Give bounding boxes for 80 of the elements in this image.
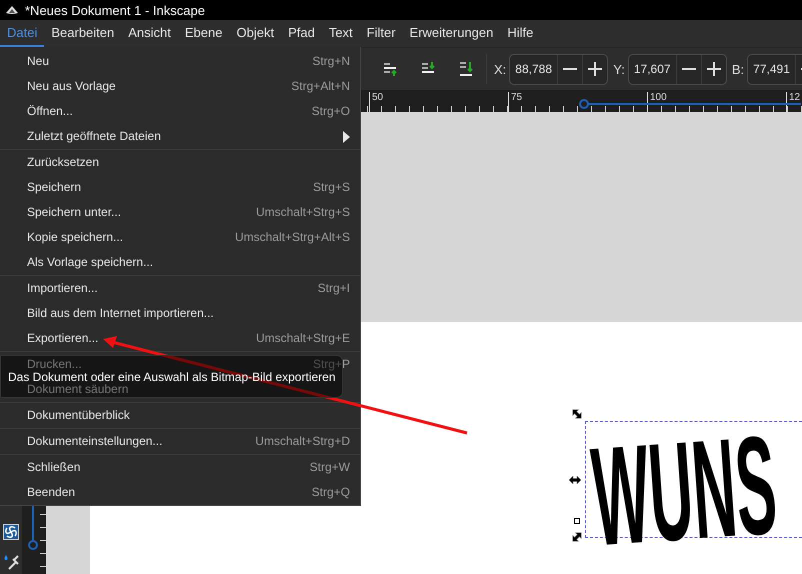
align-icon[interactable] (460, 62, 474, 76)
menu-item[interactable]: Hilfe (500, 20, 540, 47)
menu-item[interactable]: Zurücksetzen (0, 150, 360, 175)
menu-item[interactable]: Ansicht (121, 20, 178, 47)
menu-item[interactable]: Objekt (229, 20, 282, 47)
scale-handle-icon[interactable] (570, 530, 584, 544)
shortcut-label: Strg+N (312, 55, 350, 68)
shortcut-label: Umschalt+Strg+E (256, 332, 350, 345)
center-handle-icon[interactable] (574, 518, 580, 524)
scale-handle-icon[interactable] (570, 407, 584, 421)
menu-item[interactable]: Als Vorlage speichern... (0, 250, 360, 275)
value-input[interactable]: 88,788 (510, 62, 558, 76)
shortcut-label: Umschalt+Strg+D (255, 435, 350, 448)
menu-item-label: Beenden (27, 486, 76, 499)
menu-item[interactable]: Dokumentüberblick (0, 403, 360, 428)
menu-item-label: Exportieren... (27, 332, 100, 345)
menu-item[interactable]: Bild aus dem Internet importieren... (0, 301, 360, 326)
menu-item[interactable]: Ebene (178, 20, 230, 47)
value-input[interactable]: 17,607 (628, 62, 676, 76)
menu-item[interactable]: Filter (360, 20, 403, 47)
menu-item-label: Drucken... (27, 358, 83, 371)
menu-item[interactable]: Kopie speichern... Umschalt+Strg+Alt+S (0, 225, 360, 250)
shortcut-label: Strg+P (312, 358, 350, 371)
menu-item-label: Schließen (27, 461, 82, 474)
menu-item[interactable]: Neu Strg+N (0, 49, 360, 74)
shortcut-label: Umschalt+Strg+S (256, 206, 350, 219)
menu-item[interactable]: Bearbeiten (44, 20, 122, 47)
align-icon[interactable] (422, 62, 436, 76)
menu-item-label: Dokumentüberblick (27, 409, 131, 422)
menu-item[interactable]: Speichern unter... Umschalt+Strg+S (0, 200, 360, 225)
artwork-text: WUNS (588, 415, 781, 568)
spin-box[interactable]: 88,788 (509, 54, 608, 84)
value-input[interactable]: 77,491 (748, 62, 796, 76)
menu-item[interactable]: Dokumenteinstellungen... Umschalt+Strg+D (0, 429, 360, 454)
app-logo-icon (5, 5, 19, 15)
menu-item-label: Zurücksetzen (27, 156, 100, 169)
menu-item[interactable]: Schließen Strg+W (0, 455, 360, 480)
field-label: B: (732, 62, 744, 76)
menu-item-label: Zuletzt geöffnete Dateien (27, 130, 162, 143)
plus-icon (588, 62, 602, 76)
shortcut-label: Strg+S (312, 181, 350, 194)
dropper-tool-icon[interactable] (3, 554, 19, 570)
shortcut-label: Strg+O (312, 105, 350, 118)
minus-icon (682, 68, 696, 70)
menu-item-label: Als Vorlage speichern... (27, 256, 154, 269)
menu-item-label: Kopie speichern... (27, 231, 124, 244)
minus-icon (563, 68, 578, 70)
menu-item[interactable]: Beenden Strg+Q (0, 480, 360, 505)
menu-item-label: Speichern unter... (27, 206, 122, 219)
menu-item[interactable]: Text (322, 20, 360, 47)
stretch-handle-icon[interactable] (568, 473, 582, 487)
menu-item-label: Dokumenteinstellungen... (27, 435, 164, 448)
menu-item[interactable]: Importieren... Strg+I (0, 276, 360, 301)
menu-item-label: Bild aus dem Internet importieren... (27, 307, 215, 320)
field-label: X: (494, 62, 506, 76)
plus-icon (706, 62, 721, 76)
menu-item[interactable]: Speichern Strg+S (0, 175, 360, 200)
menu-item[interactable]: Öffnen... Strg+O (0, 99, 360, 124)
menu-item-label: Öffnen... (27, 105, 74, 118)
menu-item-label: Neu aus Vorlage (27, 80, 117, 93)
window-title: *Neues Dokument 1 - Inkscape (25, 2, 205, 18)
spin-box[interactable]: 17,607 (628, 54, 727, 84)
tooltip-text: Das Dokument oder eine Auswahl als Bitmap-Bild exportieren (8, 371, 336, 383)
shortcut-label: Umschalt+Strg+Alt+S (234, 231, 350, 244)
spin-box[interactable]: 77,491 (747, 54, 802, 84)
shortcut-label: Strg+Alt+N (291, 80, 350, 93)
shortcut-label: Strg+W (310, 461, 350, 474)
menu-item-label: Speichern (27, 181, 82, 194)
menu-item[interactable]: Erweiterungen (402, 20, 500, 47)
spiral-tool-icon[interactable] (3, 524, 19, 540)
shortcut-label: Strg+I (318, 282, 350, 295)
menu-item[interactable]: Zuletzt geöffnete Dateien (0, 124, 360, 149)
menu-item[interactable]: Exportieren... Umschalt+Strg+E (0, 326, 360, 351)
field-label: Y: (613, 62, 625, 76)
menu-item-label: Importieren... (27, 282, 99, 295)
menu-item-label: Neu (27, 55, 50, 68)
menu-item[interactable]: Pfad (281, 20, 322, 47)
align-icon[interactable] (384, 62, 398, 76)
shortcut-label: Strg+Q (312, 486, 350, 499)
menu-item[interactable]: Neu aus Vorlage Strg+Alt+N (0, 74, 360, 99)
